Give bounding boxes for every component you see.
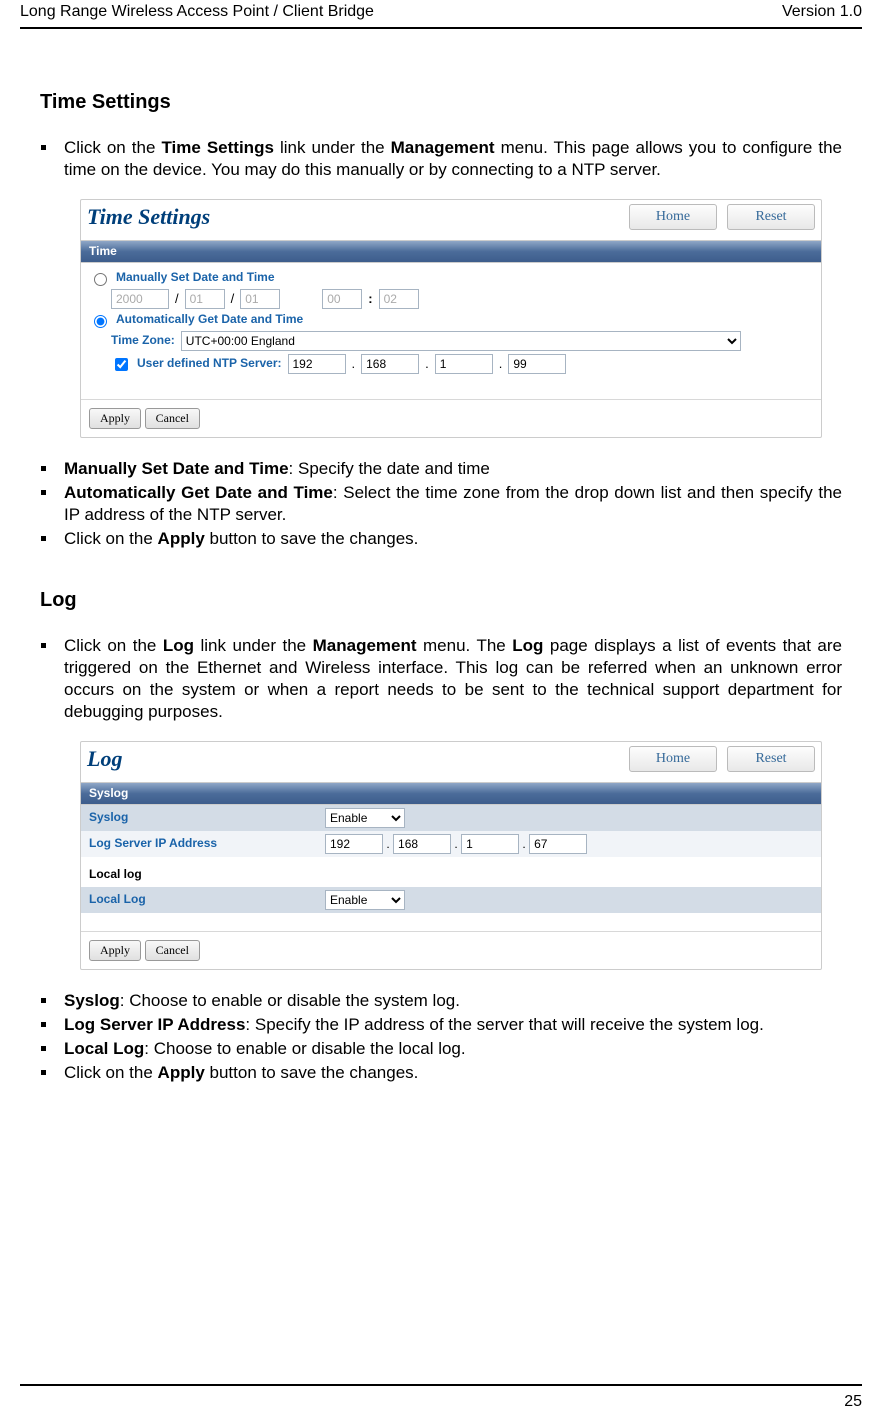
ntp-ip-c[interactable]	[435, 354, 493, 374]
ntp-checkbox[interactable]	[115, 358, 128, 371]
auto-label: Automatically Get Date and Time	[116, 312, 303, 328]
list-item: Log Server IP Address: Specify the IP ad…	[58, 1014, 842, 1036]
time-section-bar: Time	[81, 240, 821, 264]
page-number: 25	[844, 1393, 862, 1410]
text: : Specify the date and time	[289, 459, 490, 478]
auto-radio[interactable]	[94, 315, 107, 328]
log-ip-b[interactable]	[393, 834, 451, 854]
text: : Choose to enable or disable the system…	[120, 991, 460, 1010]
year-input[interactable]	[111, 289, 169, 309]
colon: :	[368, 291, 372, 308]
text: : Choose to enable or disable the local …	[144, 1039, 465, 1058]
log-heading: Log	[40, 587, 842, 613]
text: button to save the changes.	[205, 529, 419, 548]
list-item: Local Log: Choose to enable or disable t…	[58, 1038, 842, 1060]
log-intro: Click on the Log link under the Manageme…	[58, 635, 842, 723]
log-panel: Log Home Reset Syslog Syslog Enable	[80, 741, 822, 970]
text-bold: Log Server IP Address	[64, 1015, 245, 1034]
time-settings-intro: Click on the Time Settings link under th…	[58, 137, 842, 181]
text-bold: Management	[313, 636, 417, 655]
month-input[interactable]	[185, 289, 225, 309]
list-item: Syslog: Choose to enable or disable the …	[58, 990, 842, 1012]
ntp-ip-a[interactable]	[288, 354, 346, 374]
log-ip-a[interactable]	[325, 834, 383, 854]
text: link under the	[274, 138, 391, 157]
local-log-select[interactable]: Enable	[325, 890, 405, 910]
cancel-button[interactable]: Cancel	[145, 940, 200, 961]
text: Click on the	[64, 636, 163, 655]
cancel-button[interactable]: Cancel	[145, 408, 200, 429]
time-settings-heading: Time Settings	[40, 89, 842, 115]
dot: .	[499, 356, 503, 373]
text-bold: Apply	[158, 529, 205, 548]
text-bold: Log	[512, 636, 543, 655]
local-log-row-label: Local Log	[81, 887, 317, 913]
reset-button[interactable]: Reset	[727, 746, 815, 772]
text-bold: Manually Set Date and Time	[64, 459, 289, 478]
manual-label: Manually Set Date and Time	[116, 270, 275, 286]
apply-button[interactable]: Apply	[89, 408, 141, 429]
text-bold: Syslog	[64, 991, 120, 1010]
text: Click on the	[64, 138, 161, 157]
text-bold: Automatically Get Date and Time	[64, 483, 333, 502]
panel-title: Time Settings	[87, 203, 210, 232]
list-item: Click on the Apply button to save the ch…	[58, 528, 842, 550]
log-ip-c[interactable]	[461, 834, 519, 854]
page-footer: 25	[20, 1384, 862, 1413]
text-bold: Management	[391, 138, 495, 157]
text: menu. The	[417, 636, 513, 655]
text: : Specify the IP address of the server t…	[245, 1015, 763, 1034]
list-item: Click on the Apply button to save the ch…	[58, 1062, 842, 1084]
dot: .	[522, 837, 525, 853]
dot: .	[386, 837, 389, 853]
syslog-select[interactable]: Enable	[325, 808, 405, 828]
reset-button[interactable]: Reset	[727, 204, 815, 230]
list-item: Manually Set Date and Time: Specify the …	[58, 458, 842, 480]
day-input[interactable]	[240, 289, 280, 309]
hour-input[interactable]	[322, 289, 362, 309]
time-settings-panel: Time Settings Home Reset Time Manually S…	[80, 199, 822, 438]
local-log-subheading: Local log	[81, 857, 821, 887]
header-right: Version 1.0	[782, 2, 862, 23]
minute-input[interactable]	[379, 289, 419, 309]
home-button[interactable]: Home	[629, 204, 717, 230]
text: button to save the changes.	[205, 1063, 419, 1082]
manual-radio[interactable]	[94, 273, 107, 286]
dot: .	[454, 837, 457, 853]
text: Click on the	[64, 1063, 158, 1082]
syslog-row-label: Syslog	[81, 805, 317, 831]
syslog-section-bar: Syslog	[81, 782, 821, 806]
text-bold: Local Log	[64, 1039, 144, 1058]
text: link under the	[194, 636, 313, 655]
ntp-label: User defined NTP Server:	[137, 356, 282, 372]
list-item: Automatically Get Date and Time: Select …	[58, 482, 842, 526]
text-bold: Apply	[158, 1063, 205, 1082]
home-button[interactable]: Home	[629, 746, 717, 772]
text-bold: Log	[163, 636, 194, 655]
ntp-ip-d[interactable]	[508, 354, 566, 374]
text: Click on the	[64, 529, 158, 548]
page-header: Long Range Wireless Access Point / Clien…	[20, 2, 862, 29]
log-server-ip-label: Log Server IP Address	[81, 831, 317, 857]
apply-button[interactable]: Apply	[89, 940, 141, 961]
slash: /	[231, 291, 235, 308]
log-ip-d[interactable]	[529, 834, 587, 854]
tz-label: Time Zone:	[111, 333, 175, 349]
header-left: Long Range Wireless Access Point / Clien…	[20, 2, 374, 23]
dot: .	[425, 356, 429, 373]
text-bold: Time Settings	[161, 138, 273, 157]
dot: .	[352, 356, 356, 373]
ntp-ip-b[interactable]	[361, 354, 419, 374]
timezone-select[interactable]: UTC+00:00 England	[181, 331, 741, 351]
panel-title: Log	[87, 745, 122, 774]
slash: /	[175, 291, 179, 308]
